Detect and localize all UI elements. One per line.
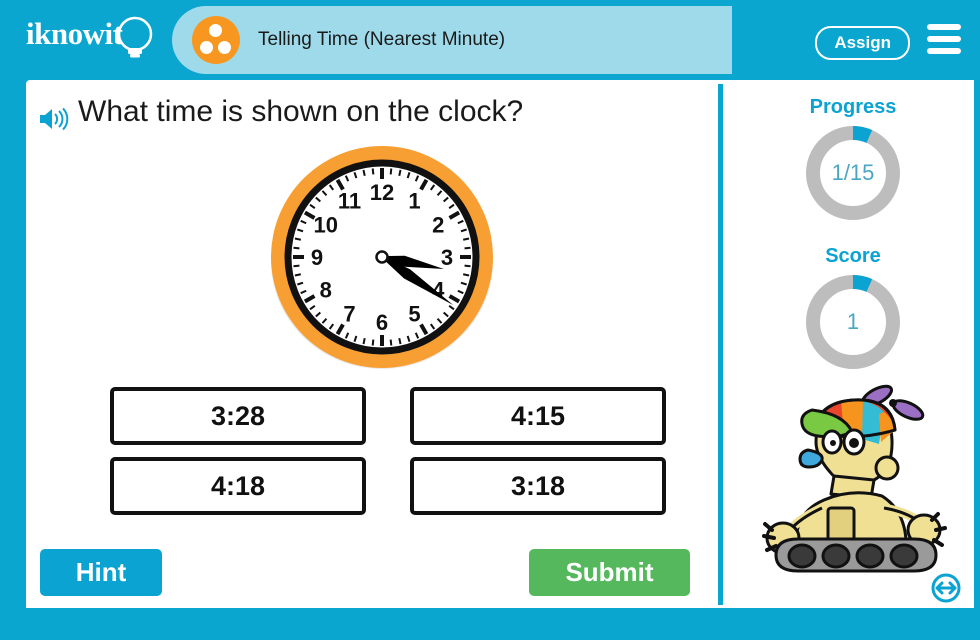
horizontal-resize-icon[interactable] (930, 572, 962, 604)
answer-option-4[interactable]: 3:18 (410, 457, 666, 515)
question-row: What time is shown on the clock? (36, 95, 696, 140)
svg-text:5: 5 (408, 301, 420, 326)
lesson-title: Telling Time (Nearest Minute) (258, 29, 506, 50)
score-ring: 1 (803, 272, 903, 372)
hint-button[interactable]: Hint (40, 549, 162, 596)
svg-text:12: 12 (370, 180, 394, 205)
content-panel: What time is shown on the clock? 12 1 2 3 4 5… (26, 80, 974, 608)
score-value: 1 (846, 309, 860, 334)
logo-text: iknowit (26, 16, 123, 51)
svg-text:3: 3 (441, 245, 453, 270)
app-window: iknowit Telling Time (Nearest Minute) As… (0, 0, 980, 640)
answer-options: 3:28 4:15 4:18 3:18 (110, 387, 666, 515)
status-sidebar: Progress 1/15 Score 1 (732, 80, 974, 608)
analog-clock: 12 1234567891011 (271, 146, 493, 369)
answer-option-1[interactable]: 3:28 (110, 387, 366, 445)
speaker-sound-icon[interactable] (38, 106, 70, 132)
svg-text:9: 9 (311, 245, 323, 270)
assign-button[interactable]: Assign (815, 26, 910, 60)
question-text: What time is shown on the clock? (78, 95, 524, 128)
answer-option-3[interactable]: 4:18 (110, 457, 366, 515)
svg-text:7: 7 (343, 301, 355, 326)
svg-text:10: 10 (313, 213, 337, 238)
app-header: iknowit Telling Time (Nearest Minute) As… (0, 0, 980, 80)
lightbulb-icon (117, 16, 153, 58)
progress-ring: 1/15 (803, 123, 903, 223)
hamburger-menu-icon[interactable] (924, 22, 964, 56)
progress-meter: Progress 1/15 (732, 96, 974, 223)
answer-option-2[interactable]: 4:15 (410, 387, 666, 445)
progress-label: Progress (809, 96, 897, 118)
svg-text:8: 8 (320, 278, 332, 303)
svg-text:2: 2 (432, 213, 444, 238)
progress-value: 1/15 (831, 160, 875, 185)
score-label: Score (825, 245, 881, 267)
lesson-title-pill: Telling Time (Nearest Minute) (172, 6, 732, 74)
robot-mascot-icon (762, 384, 947, 573)
submit-button[interactable]: Submit (529, 549, 690, 596)
panel-divider (718, 84, 723, 605)
svg-text:1: 1 (408, 189, 420, 214)
score-meter: Score 1 (732, 245, 974, 372)
three-dots-icon (192, 16, 240, 64)
svg-text:11: 11 (338, 189, 361, 214)
iknowit-logo[interactable]: iknowit (26, 14, 176, 68)
svg-text:6: 6 (376, 310, 388, 335)
